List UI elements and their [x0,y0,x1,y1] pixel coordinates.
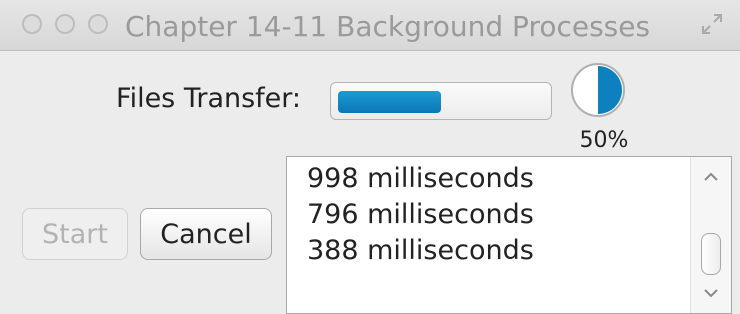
window-title: Chapter 14-11 Background Processes [125,10,651,43]
log-line: 796 milliseconds [307,199,534,230]
log-list[interactable]: 998 milliseconds 796 milliseconds 388 mi… [286,156,732,314]
app-window: Chapter 14-11 Background Processes Files… [0,0,740,314]
log-lines: 998 milliseconds 796 milliseconds 388 mi… [307,161,534,269]
fullscreen-icon[interactable] [700,12,724,36]
close-icon[interactable] [22,14,42,34]
progress-pie-indicator [568,60,628,120]
vertical-scrollbar[interactable] [690,157,731,313]
progress-percent-label: 50% [579,128,629,153]
title-bar: Chapter 14-11 Background Processes [0,0,740,51]
cancel-button[interactable]: Cancel [140,208,272,260]
chevron-up-icon[interactable] [691,163,731,191]
files-transfer-progress-bar [330,82,552,120]
minimize-icon[interactable] [55,14,75,34]
chevron-down-icon[interactable] [691,279,731,307]
start-button[interactable]: Start [22,208,128,260]
scrollbar-thumb[interactable] [701,233,721,275]
log-line: 388 milliseconds [307,235,534,266]
progress-bar-fill [338,91,441,113]
zoom-icon[interactable] [88,14,108,34]
files-transfer-label: Files Transfer: [116,83,302,114]
log-line: 998 milliseconds [307,163,534,194]
